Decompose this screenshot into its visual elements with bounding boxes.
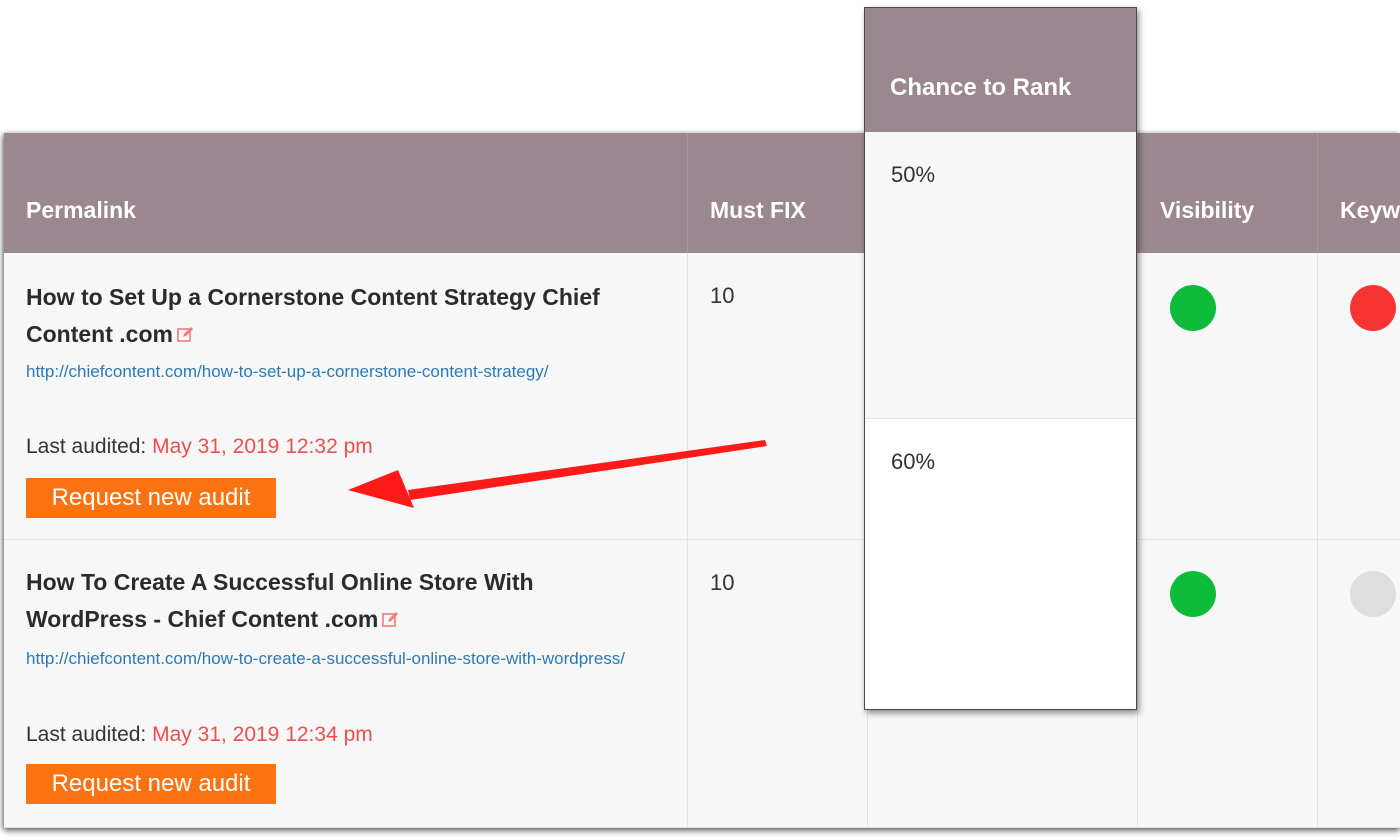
chance-to-rank-value: 50%	[865, 132, 1136, 419]
request-new-audit-button[interactable]: Request new audit	[26, 478, 276, 518]
visibility-cell	[1138, 540, 1318, 827]
red-arrow-annotation	[348, 440, 767, 508]
chance-to-rank-column-highlight: Chance to Rank 50% 60%	[864, 7, 1137, 710]
must-fix-value: 10	[710, 283, 735, 308]
visibility-status-dot	[1170, 571, 1216, 617]
post-title[interactable]: How to Set Up a Cornerstone Content Stra…	[26, 279, 646, 353]
keywords-cell	[1318, 253, 1400, 539]
edit-icon[interactable]	[177, 317, 194, 342]
visibility-status-dot	[1170, 285, 1216, 331]
keywords-status-dot	[1350, 571, 1396, 617]
table-header: Permalink Must FIX Visibility Keyw	[4, 133, 1400, 253]
post-title[interactable]: How To Create A Successful Online Store …	[26, 564, 646, 638]
last-audited-date: May 31, 2019 12:34 pm	[152, 723, 373, 746]
header-must-fix[interactable]: Must FIX	[688, 133, 868, 253]
last-audited: Last audited: May 31, 2019 12:32 pm	[26, 435, 373, 458]
post-url-link[interactable]: http://chiefcontent.com/how-to-set-up-a-…	[26, 353, 646, 390]
table-row: How To Create A Successful Online Store …	[4, 540, 1400, 828]
must-fix-value: 10	[710, 570, 735, 595]
post-url-link[interactable]: http://chiefcontent.com/how-to-create-a-…	[26, 640, 646, 677]
edit-icon[interactable]	[382, 602, 399, 627]
permalink-cell: How To Create A Successful Online Store …	[4, 540, 688, 827]
header-permalink[interactable]: Permalink	[4, 133, 688, 253]
keywords-cell	[1318, 540, 1400, 827]
header-chance-to-rank[interactable]: Chance to Rank	[865, 8, 1136, 132]
last-audited: Last audited: May 31, 2019 12:34 pm	[26, 723, 373, 746]
visibility-cell	[1138, 253, 1318, 539]
header-visibility[interactable]: Visibility	[1138, 133, 1318, 253]
keywords-status-dot	[1350, 285, 1396, 331]
request-new-audit-button[interactable]: Request new audit	[26, 764, 276, 804]
header-keywords[interactable]: Keyw	[1318, 133, 1400, 253]
must-fix-cell: 10	[688, 540, 868, 827]
chance-to-rank-value: 60%	[865, 419, 1136, 709]
